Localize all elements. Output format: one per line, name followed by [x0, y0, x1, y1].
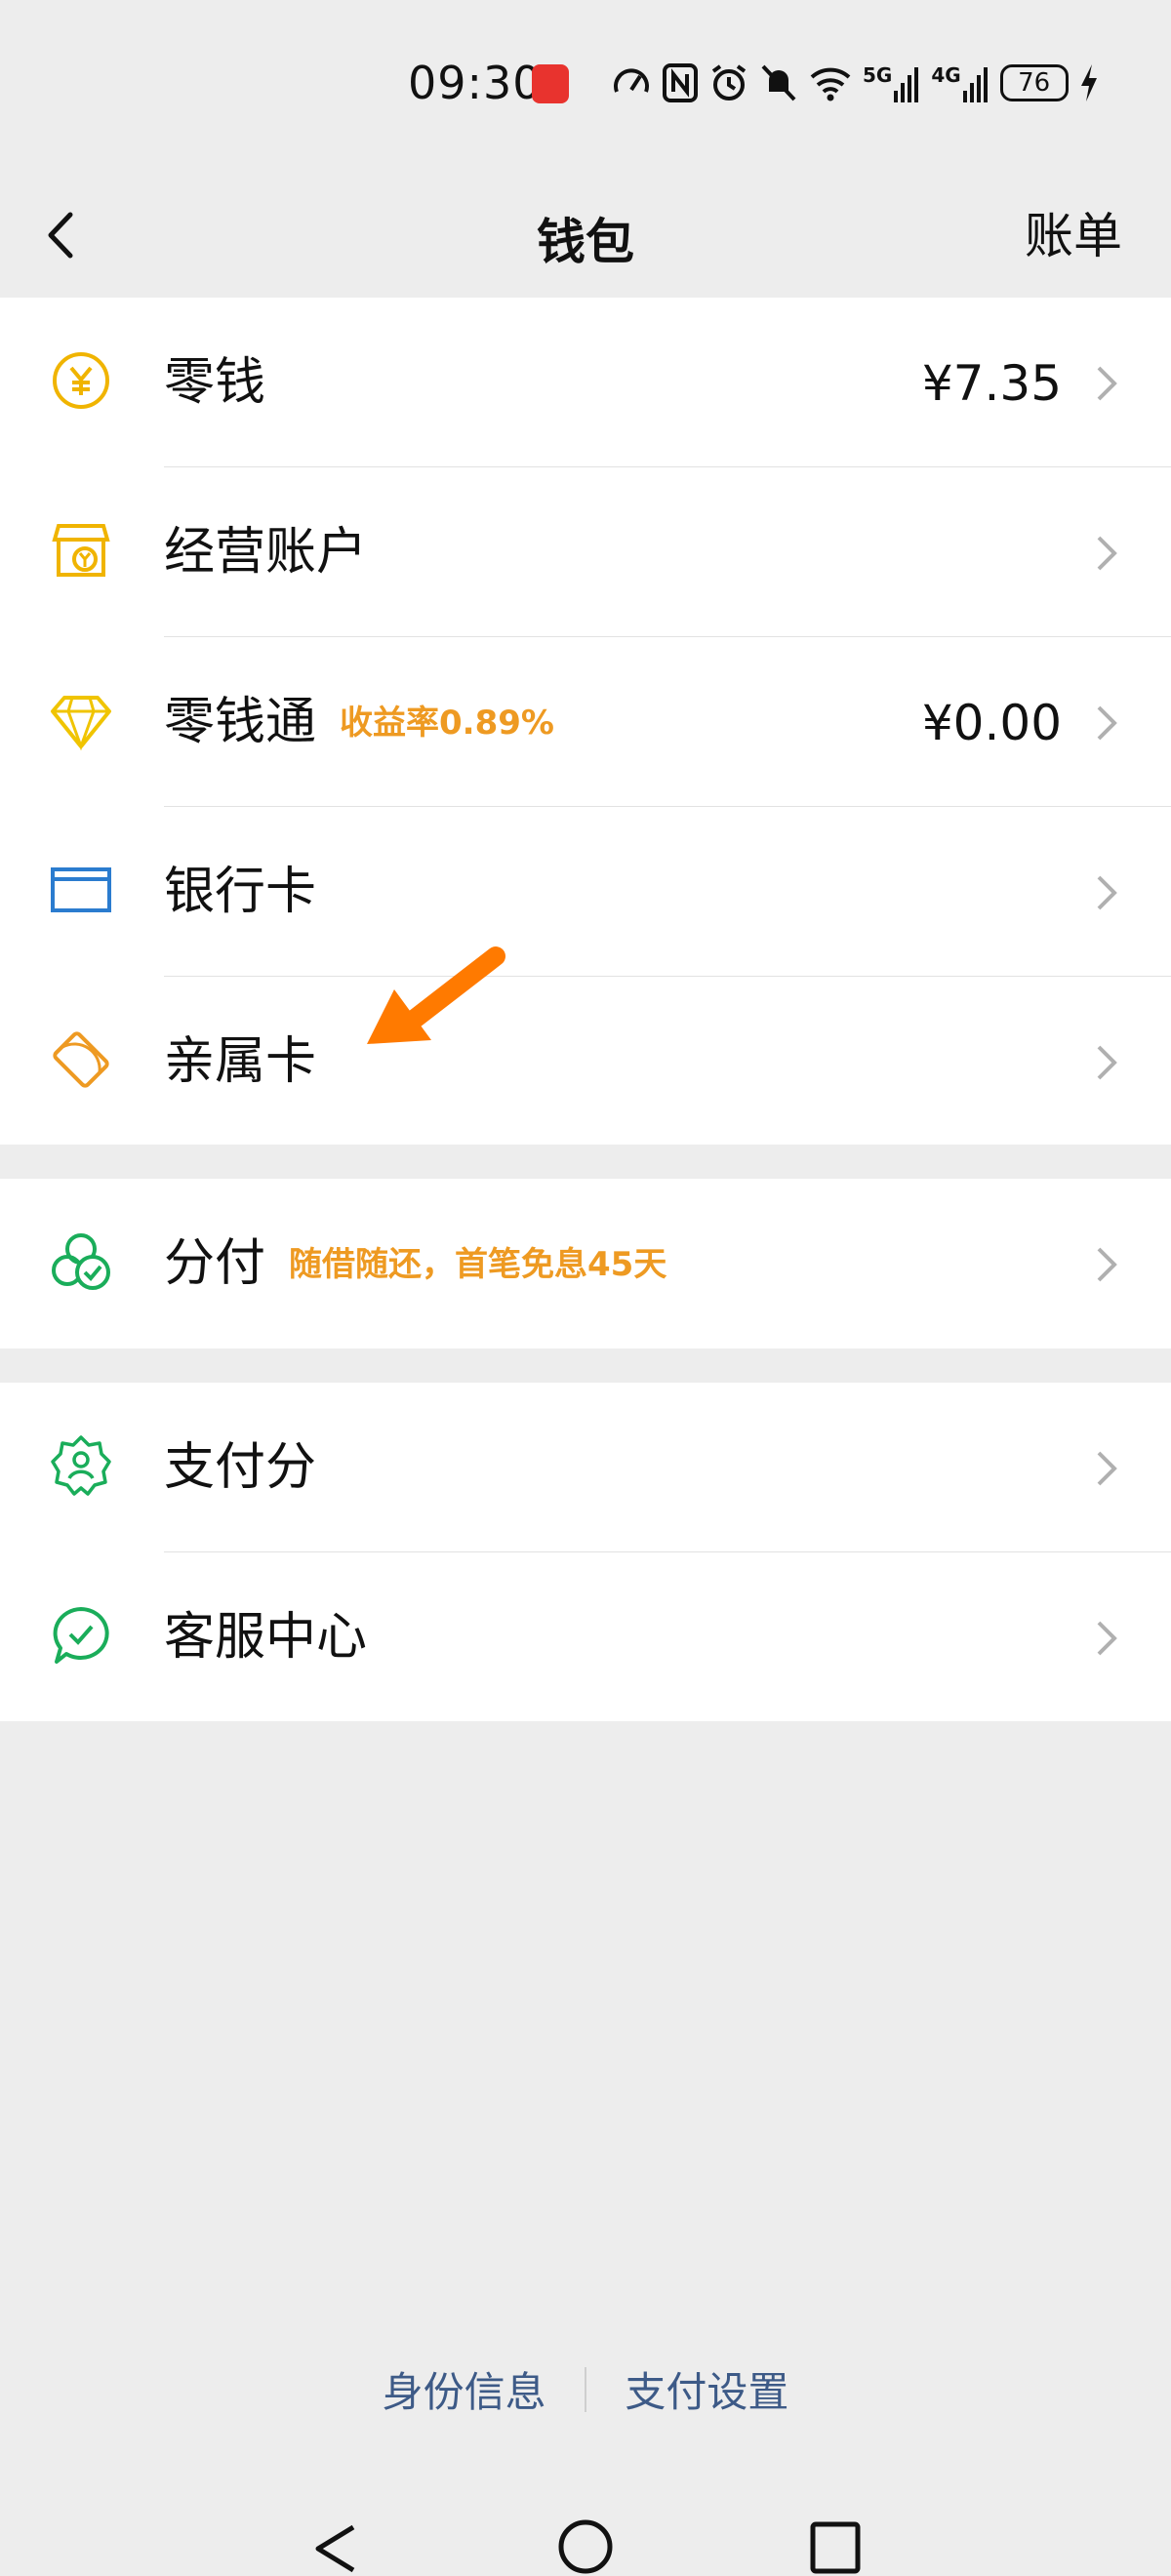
list-item-fenfu[interactable]: 分付 随借随还，首笔免息45天 — [0, 1179, 1171, 1348]
network-5g-label: 5G — [863, 63, 893, 87]
signal-4g-icon: 4G — [931, 63, 989, 102]
bill-button[interactable]: 账单 — [1025, 197, 1122, 267]
family-card-icon — [53, 1031, 109, 1088]
chevron-right-icon — [1097, 875, 1117, 910]
change-label: 零钱 — [164, 353, 266, 412]
signal-5g-icon: 5G — [863, 63, 921, 102]
nav-bar: 钱包 账单 — [0, 176, 1171, 298]
nfc-icon — [663, 63, 698, 102]
annotation-arrow-icon — [367, 946, 505, 1044]
list-item-service-center[interactable]: 客服中心 — [0, 1552, 1171, 1722]
chevron-right-icon — [1097, 705, 1117, 741]
list-item-business-account[interactable]: 经营账户 — [0, 467, 1171, 637]
page-title: 钱包 — [537, 214, 634, 270]
nav-back-triangle-icon[interactable] — [310, 2521, 361, 2576]
wallet-group-credit: 分付 随借随还，首笔免息45天 — [0, 1179, 1171, 1348]
chevron-right-icon — [1097, 536, 1117, 571]
wallet-group-services: 支付分 客服中心 — [0, 1383, 1171, 1721]
pay-settings-link[interactable]: 支付设置 — [625, 2359, 788, 2419]
nav-recents-square-icon[interactable] — [808, 2519, 863, 2576]
notification-icon — [532, 64, 569, 103]
chevron-right-icon — [1097, 1045, 1117, 1080]
list-item-bank-card[interactable]: 银行卡 — [0, 807, 1171, 977]
chevron-right-icon — [1097, 1451, 1117, 1486]
footer-links: 身份信息 支付设置 — [0, 2359, 1171, 2418]
change-amount: ¥7.35 — [921, 355, 1062, 412]
fenfu-promo-tag: 随借随还，首笔免息45天 — [289, 1245, 667, 1284]
list-item-family-card[interactable]: 亲属卡 — [0, 977, 1171, 1147]
nav-home-circle-icon[interactable] — [556, 2517, 615, 2576]
network-4g-label: 4G — [931, 63, 961, 87]
bank-card-label: 银行卡 — [164, 863, 317, 921]
wifi-icon — [810, 67, 851, 101]
pay-score-icon — [51, 1435, 111, 1496]
mute-icon — [761, 64, 796, 101]
list-item-change[interactable]: 零钱 ¥7.35 — [0, 298, 1171, 467]
wallet-group-primary: 零钱 ¥7.35 经营账户 零钱通 收益率0.89% ¥0.00 银行卡 亲属卡 — [0, 298, 1171, 1145]
chevron-right-icon — [1097, 1247, 1117, 1282]
chevron-right-icon — [1097, 366, 1117, 401]
charging-icon — [1080, 64, 1097, 101]
list-item-lingqiantong[interactable]: 零钱通 收益率0.89% ¥0.00 — [0, 637, 1171, 807]
family-card-label: 亲属卡 — [164, 1032, 317, 1091]
speed-icon — [614, 68, 649, 93]
identity-info-link[interactable]: 身份信息 — [383, 2359, 546, 2419]
battery-icon: 76 — [999, 64, 1069, 101]
bank-card-icon — [51, 867, 111, 912]
lingqiantong-label: 零钱通 — [164, 693, 317, 751]
fenfu-label: 分付 — [164, 1234, 266, 1293]
yield-rate-tag: 收益率0.89% — [340, 704, 554, 743]
status-bar: 09:30 5G 4G 76 — [0, 0, 1171, 176]
system-nav-bar — [0, 2498, 1171, 2576]
footer-separator — [585, 2366, 586, 2412]
status-icons: 5G 4G 76 — [611, 59, 1100, 107]
pay-score-label: 支付分 — [164, 1438, 317, 1497]
chevron-right-icon — [1097, 1621, 1117, 1656]
business-account-label: 经营账户 — [164, 523, 368, 582]
status-time: 09:30 — [408, 57, 543, 109]
list-item-pay-score[interactable]: 支付分 — [0, 1383, 1171, 1552]
diamond-icon — [51, 696, 111, 751]
coin-icon — [53, 352, 109, 409]
battery-level: 76 — [1018, 68, 1051, 98]
fenfu-icon — [52, 1233, 110, 1290]
shop-icon — [52, 524, 110, 577]
service-center-label: 客服中心 — [164, 1608, 368, 1667]
lingqiantong-amount: ¥0.00 — [921, 695, 1062, 751]
service-icon — [53, 1607, 109, 1664]
alarm-icon — [711, 64, 747, 101]
